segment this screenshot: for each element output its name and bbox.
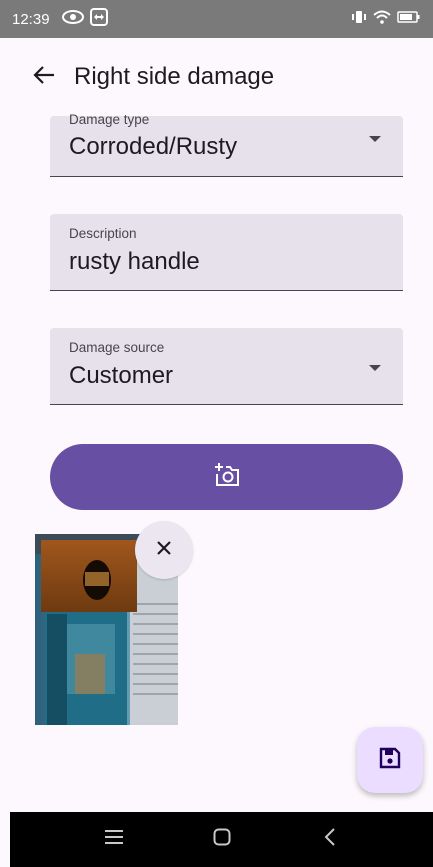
description-label: Description	[69, 226, 137, 241]
damage-source-dropdown[interactable]: Damage source Customer	[50, 328, 403, 405]
back-button[interactable]	[16, 49, 72, 105]
close-icon	[156, 540, 172, 561]
damage-source-value: Customer	[69, 362, 174, 389]
system-nav-bar	[10, 812, 433, 867]
home-button[interactable]	[204, 822, 240, 858]
recent-apps-button[interactable]	[96, 822, 132, 858]
page-title: Right side damage	[74, 63, 275, 90]
damage-type-dropdown[interactable]: Damage type Corroded/Rusty	[50, 112, 403, 177]
menu-icon	[104, 830, 123, 849]
arrow-back-icon	[33, 65, 55, 89]
nav-back-button[interactable]	[312, 822, 348, 858]
arrow-drop-down-icon	[369, 365, 381, 371]
save-icon	[379, 747, 401, 774]
arrow-drop-down-icon	[369, 136, 381, 142]
remove-photo-button[interactable]	[135, 521, 193, 579]
vibrate-icon	[351, 10, 367, 29]
damage-type-value: Corroded/Rusty	[69, 133, 238, 160]
app-bar: Right side damage	[0, 38, 433, 116]
teamviewer-icon	[89, 7, 108, 31]
back-icon	[324, 828, 336, 851]
description-value: rusty handle	[69, 248, 200, 275]
eye-icon	[61, 9, 84, 29]
add-photo-button[interactable]	[50, 444, 403, 510]
battery-icon	[397, 10, 421, 29]
status-bar: 12:39	[0, 0, 433, 38]
save-fab[interactable]	[357, 727, 423, 793]
home-icon	[213, 828, 231, 851]
description-field[interactable]: Description rusty handle	[50, 214, 403, 291]
status-time: 12:39	[12, 10, 50, 28]
damage-source-label: Damage source	[69, 340, 165, 355]
damage-type-label: Damage type	[69, 112, 150, 127]
wifi-icon	[373, 10, 391, 29]
add-a-photo-icon	[213, 462, 241, 493]
